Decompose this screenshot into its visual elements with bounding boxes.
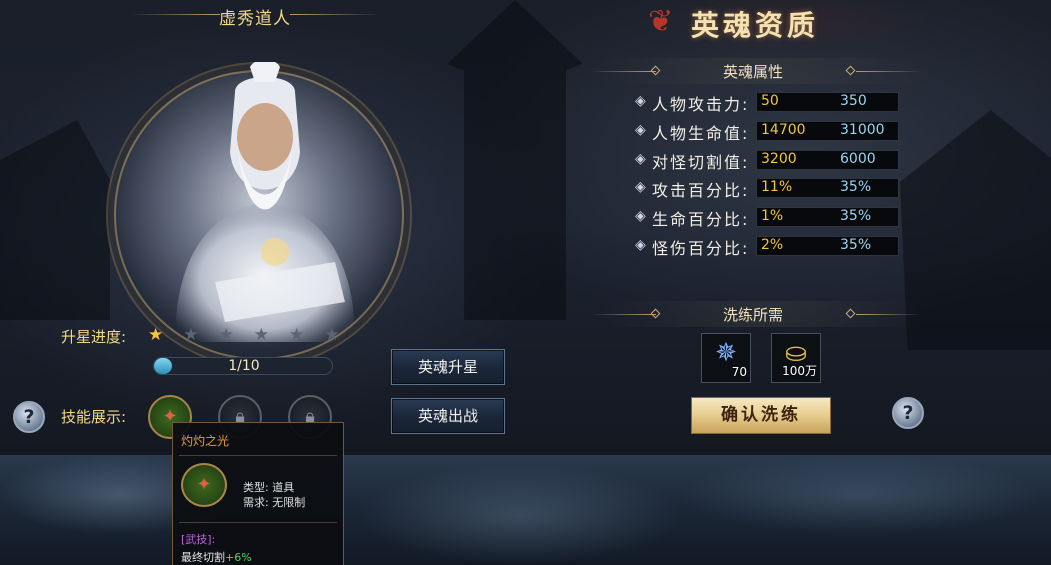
star-icon: ★: [148, 325, 164, 345]
background-pagoda: [900, 110, 1051, 350]
attribute-name: 人物攻击力:: [652, 95, 750, 114]
star-rating: ★ ★ ★ ★ ★ ★: [148, 325, 340, 347]
attribute-name: 攻击百分比:: [652, 181, 750, 200]
tooltip-tag: [武技]:: [181, 533, 216, 546]
attribute-name: 生命百分比:: [652, 210, 750, 229]
water-background: [0, 455, 1051, 565]
attribute-current-value: 50: [761, 93, 779, 109]
background-pagoda: [0, 120, 110, 320]
tooltip-type: 类型: 道具: [243, 481, 295, 494]
effect-name: 最终切割: [181, 551, 225, 564]
hero-portrait: [175, 62, 355, 342]
star-icon: ★: [218, 325, 234, 345]
star-icon: ★: [324, 325, 340, 345]
attribute-max-value: 35%: [840, 237, 872, 253]
attribute-current-value: 14700: [761, 122, 806, 138]
attribute-name: 怪伤百分比:: [652, 239, 750, 258]
diamond-bullet-icon: ◈: [635, 122, 646, 138]
panel-title: 英魂资质: [690, 9, 819, 42]
attribute-max-value: 6000: [840, 151, 876, 167]
tooltip-requirement: 需求: 无限制: [243, 496, 306, 509]
section-ornament: [856, 71, 922, 72]
star-up-button[interactable]: 英魂升星: [391, 349, 505, 385]
attributes-section-title: 英魂属性: [722, 63, 783, 81]
hero-name-bar: 虚秀道人: [130, 0, 380, 30]
diamond-bullet-icon: ◈: [635, 93, 646, 109]
attribute-current-value: 3200: [761, 151, 797, 167]
attribute-current-value: 11%: [761, 179, 793, 195]
background-pagoda: [447, 0, 583, 320]
game-scene: 虚秀道人 升星进度: ★ ★ ★ ★ ★ ★ 1/10 技能展示: ✦ 🔒︎ 🔒︎ ? 英…: [0, 0, 1051, 565]
tooltip-effect: 最终切割+6%: [181, 549, 252, 565]
section-ornament: [590, 314, 656, 315]
crystal-icon: ✵: [715, 338, 737, 368]
cost-amount: 100万: [782, 364, 817, 378]
progress-text: 1/10: [228, 358, 260, 374]
attribute-row: ◈ 生命百分比: 1% 35%: [635, 206, 900, 229]
divider: [179, 455, 337, 456]
diamond-bullet-icon: ◈: [635, 208, 646, 224]
tooltip-title: 灼灼之光: [181, 434, 230, 448]
attribute-row: ◈ 人物攻击力: 50 350: [635, 91, 900, 114]
attribute-name: 对怪切割值:: [652, 153, 750, 172]
section-ornament: [590, 71, 656, 72]
star-icon: ★: [289, 325, 305, 345]
attribute-current-value: 2%: [761, 237, 784, 253]
dragon-icon: ❦: [648, 4, 674, 39]
wash-cost-section-title: 洗练所需: [722, 306, 783, 324]
star-progress-label: 升星进度:: [61, 328, 127, 346]
star-progress-bar: 1/10: [153, 357, 333, 375]
star-icon: ★: [253, 325, 269, 345]
help-icon[interactable]: ?: [892, 397, 924, 429]
cost-amount: 70: [731, 365, 747, 379]
cost-item-crystal[interactable]: ✵ 70: [701, 333, 751, 383]
section-ornament: [856, 314, 922, 315]
confirm-wash-button[interactable]: 确认洗练: [691, 397, 831, 434]
effect-value: +6%: [225, 551, 252, 564]
attribute-max-value: 35%: [840, 208, 872, 224]
hero-name: 虚秀道人: [219, 9, 291, 29]
diamond-bullet-icon: ◈: [635, 179, 646, 195]
attribute-row: ◈ 怪伤百分比: 2% 35%: [635, 235, 900, 258]
attribute-max-value: 350: [840, 93, 867, 109]
skill-tooltip: 灼灼之光 ✦ 类型: 道具 需求: 无限制 [武技]: 最终切割+6%: [172, 422, 344, 565]
attribute-row: ◈ 人物生命值: 14700 31000: [635, 120, 900, 143]
skill-icon: ✦: [181, 463, 227, 507]
diamond-bullet-icon: ◈: [635, 237, 646, 253]
attribute-name: 人物生命值:: [652, 124, 750, 143]
divider: [179, 522, 337, 523]
attribute-max-value: 35%: [840, 179, 872, 195]
diamond-bullet-icon: ◈: [635, 151, 646, 167]
star-icon: ★: [183, 325, 199, 345]
attribute-max-value: 31000: [840, 122, 885, 138]
attribute-current-value: 1%: [761, 208, 784, 224]
cost-item-gold[interactable]: ⛀ 100万: [771, 333, 821, 383]
attribute-row: ◈ 攻击百分比: 11% 35%: [635, 177, 900, 200]
attribute-row: ◈ 对怪切割值: 3200 6000: [635, 149, 900, 172]
battle-button[interactable]: 英魂出战: [391, 398, 505, 434]
skill-display-label: 技能展示:: [61, 408, 127, 426]
help-icon[interactable]: ?: [13, 401, 45, 433]
